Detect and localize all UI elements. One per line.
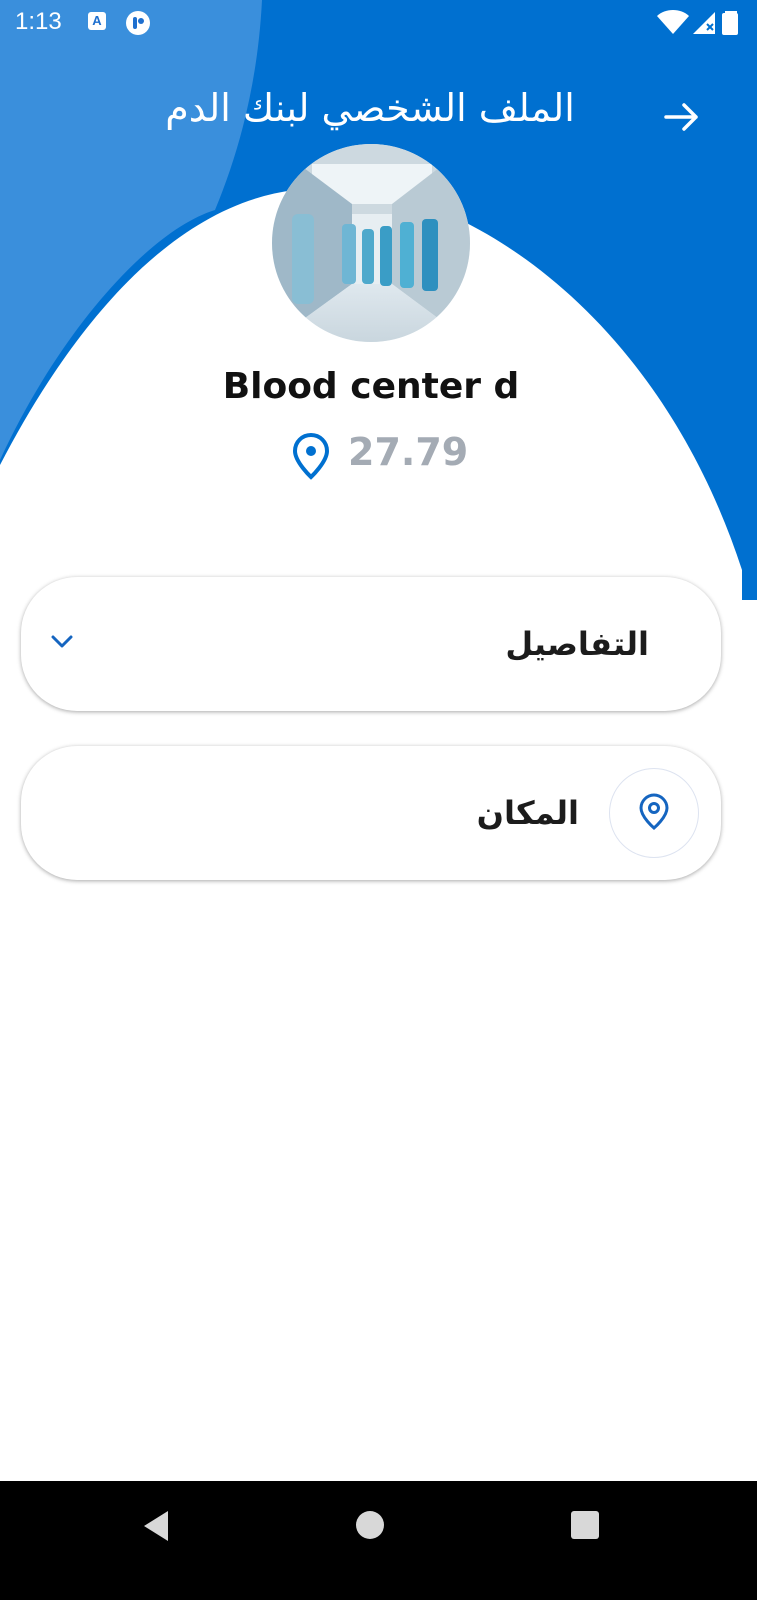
location-label: المكان [476, 794, 579, 832]
hospital-corridor-photo [272, 144, 470, 342]
nav-home-icon[interactable] [356, 1511, 384, 1539]
nav-recents-icon[interactable] [571, 1511, 599, 1539]
status-right-icons [657, 10, 738, 35]
arrow-right-icon[interactable] [660, 95, 704, 139]
accessibility-notification-icon: A [88, 12, 106, 30]
nav-back-icon[interactable] [140, 1509, 172, 1543]
avatar [272, 144, 470, 342]
status-time: 1:13 [15, 8, 62, 35]
signal-icon [693, 12, 715, 34]
distance-value: 27.79 [348, 430, 469, 474]
page-title: الملف الشخصي لبنك الدم [165, 86, 575, 130]
location-pin-icon [639, 793, 669, 830]
status-bar: 1:13 A [0, 0, 757, 46]
wifi-icon [657, 10, 689, 34]
location-icon-circle [609, 768, 699, 858]
details-card[interactable]: التفاصيل [21, 577, 721, 711]
battery-icon [722, 11, 738, 35]
system-nav-bar [0, 1481, 757, 1600]
location-card[interactable]: المكان [21, 746, 721, 880]
location-pin-icon [292, 432, 330, 480]
blood-center-name: Blood center d [222, 366, 520, 407]
chevron-down-icon[interactable] [49, 633, 75, 651]
app-notification-icon [126, 11, 150, 35]
details-label: التفاصيل [505, 625, 649, 663]
